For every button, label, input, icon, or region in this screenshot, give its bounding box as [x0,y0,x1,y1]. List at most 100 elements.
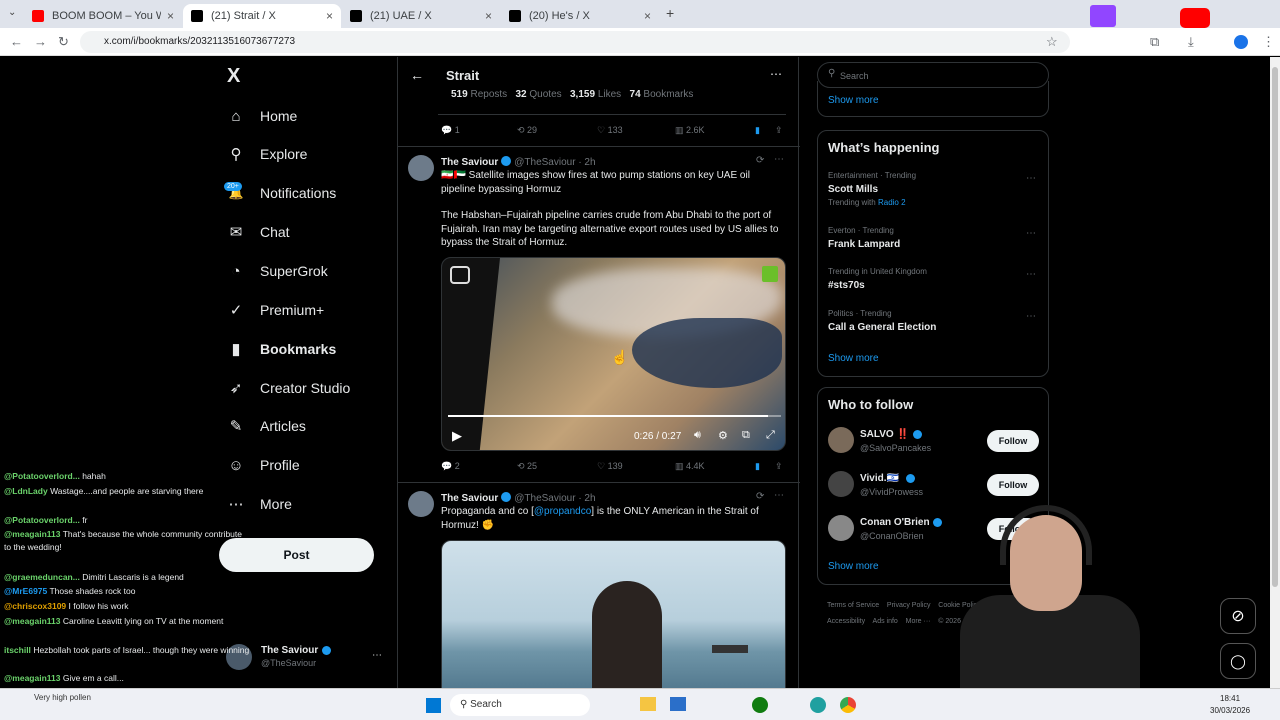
views-button[interactable]: ▥ 4.4K [675,461,705,472]
bookmark-icon[interactable]: ▮ [755,125,760,136]
play-icon[interactable]: ▶ [452,428,462,444]
show-more-link[interactable]: Show more [828,95,879,106]
more-icon[interactable]: ⋯ [1026,228,1036,239]
reply-button[interactable]: 💬 2 [441,461,460,472]
sidebar-item-home[interactable]: ⌂ Home [226,101,297,131]
footer-link[interactable]: More ··· [906,618,931,625]
trend-item[interactable]: Trending in United Kingdom #sts70s [828,267,927,291]
close-icon[interactable]: × [485,9,492,23]
volume-icon[interactable]: 🔊︎ [694,429,701,442]
forward-icon[interactable]: → [34,34,47,49]
fullscreen-icon[interactable]: ⤢ [766,429,775,442]
more-icon[interactable]: ⋯ [1026,311,1036,322]
back-icon[interactable]: ← [410,67,424,83]
show-more-link[interactable]: Show more [828,353,879,364]
close-icon[interactable]: × [167,9,174,23]
chat-user: @meagain113 [4,529,61,539]
sidebar-item-articles[interactable]: ✎ Articles [226,411,306,441]
taskbar-search[interactable]: ⚲ Search [450,694,590,716]
sidebar-item-explore[interactable]: ⚲ Explore [226,139,308,169]
follow-button[interactable]: Follow [987,474,1039,496]
sidebar-item-supergrok[interactable]: ◔ SuperGrok [226,256,327,286]
views-button[interactable]: ▥ 2.6K [675,125,705,136]
back-icon[interactable]: ← [10,34,23,49]
footer-link[interactable]: Ads info [873,618,898,625]
avatar[interactable] [408,155,434,181]
tab-3[interactable]: (20) He's / X × [501,4,659,28]
grok-icon[interactable]: ⟳ [756,155,764,166]
tweet-author[interactable]: The Saviour @TheSaviour · 2h [441,492,596,504]
windows-start-icon[interactable] [426,698,441,713]
chrome-icon[interactable] [840,697,856,713]
follow-button[interactable]: Follow [987,430,1039,452]
sidebar-item-chat[interactable]: ✉ Chat [226,217,290,247]
share-icon[interactable]: ⇪ [775,461,783,472]
show-more-link[interactable]: Show more [828,561,879,572]
sidebar-item-premium[interactable]: ✓ Premium+ [226,295,324,325]
extensions-icon[interactable]: ⧉ [1150,34,1159,50]
retweet-button[interactable]: ⟲ 29 [517,125,537,136]
new-tab-button[interactable]: + [666,5,674,21]
close-icon[interactable]: × [326,9,333,23]
follow-name[interactable]: Conan O'Brien [860,517,930,528]
tweet-image[interactable] [441,540,786,688]
bookmark-icon[interactable]: ▮ [755,461,760,472]
avatar[interactable] [828,471,854,497]
star-icon[interactable]: ☆ [1046,34,1058,50]
sidebar-item-bookmarks[interactable]: ▮ Bookmarks [226,334,336,364]
close-icon[interactable]: × [644,9,651,23]
reply-button[interactable]: 💬 1 [441,125,460,136]
file-explorer-icon[interactable] [640,697,656,711]
like-button[interactable]: ♡ 139 [597,461,623,472]
like-button[interactable]: ♡ 133 [597,125,623,136]
article-icon: ✎ [229,418,243,435]
menu-icon[interactable]: ⋮ [1262,34,1275,50]
more-icon[interactable]: ⋯ [1026,173,1036,184]
messages-float-button[interactable]: ◯ [1220,643,1256,679]
more-icon[interactable]: ⋯ [372,650,382,661]
follow-name[interactable]: SALVO ‼️ [860,429,909,440]
trend-item[interactable]: Entertainment · Trending Scott Mills Tre… [828,171,916,207]
account-switcher[interactable]: The Saviour @TheSaviour ⋯ [226,642,386,672]
more-icon[interactable]: ⋯ [774,490,784,501]
tab-1[interactable]: (21) Strait / X × [183,4,341,28]
store-icon[interactable] [670,697,686,711]
more-icon[interactable]: ⋯ [770,67,782,81]
mention-link[interactable]: @propandco [534,506,591,517]
sidebar-item-notifications[interactable]: 🔔 Notifications [226,178,337,208]
avatar[interactable] [828,515,854,541]
reload-icon[interactable]: ↻ [58,34,69,50]
more-icon[interactable]: ⋯ [774,154,784,165]
trend-extra-link[interactable]: Radio 2 [878,198,906,207]
trend-context: Entertainment · Trending [828,171,917,180]
tab-search-icon[interactable]: ⌄ [8,7,16,18]
trend-item[interactable]: Everton · Trending Frank Lampard [828,226,900,250]
edge-icon[interactable] [810,697,826,713]
avatar[interactable] [828,427,854,453]
sidebar-item-creator-studio[interactable]: ➶ Creator Studio [226,373,351,403]
trend-item[interactable]: Politics · Trending Call a General Elect… [828,309,936,333]
tab-2[interactable]: (21) UAE / X × [342,4,500,28]
address-bar[interactable]: x.com/i/bookmarks/2032113516073677273 [80,31,1070,53]
grok-float-button[interactable]: ⊘ [1220,598,1256,634]
more-icon[interactable]: ⋯ [1026,269,1036,280]
page-scrollbar[interactable] [1270,57,1280,688]
share-icon[interactable]: ⇪ [775,125,783,136]
footer-link[interactable]: Accessibility [827,618,865,625]
avatar[interactable] [408,491,434,517]
follow-name[interactable]: Vivid.🇮🇱 [860,473,899,484]
pip-icon[interactable]: ⧉ [742,429,750,442]
grok-icon[interactable]: ⟳ [756,491,764,502]
video-progress-track[interactable] [448,415,781,417]
gear-icon[interactable]: ⚙ [718,429,728,442]
download-icon[interactable]: ⤓ [1188,34,1194,50]
scrollbar-thumb[interactable] [1272,67,1278,587]
tweet-author[interactable]: The Saviour @TheSaviour · 2h [441,156,596,168]
tab-0[interactable]: BOOM BOOM – You Woke The × [24,4,182,28]
footer-link[interactable]: Privacy Policy [887,602,931,609]
footer-link[interactable]: Terms of Service [827,602,879,609]
retweet-button[interactable]: ⟲ 25 [517,461,537,472]
avatar[interactable] [1234,35,1248,49]
x-logo[interactable]: X [227,65,240,88]
xbox-icon[interactable] [752,697,768,713]
